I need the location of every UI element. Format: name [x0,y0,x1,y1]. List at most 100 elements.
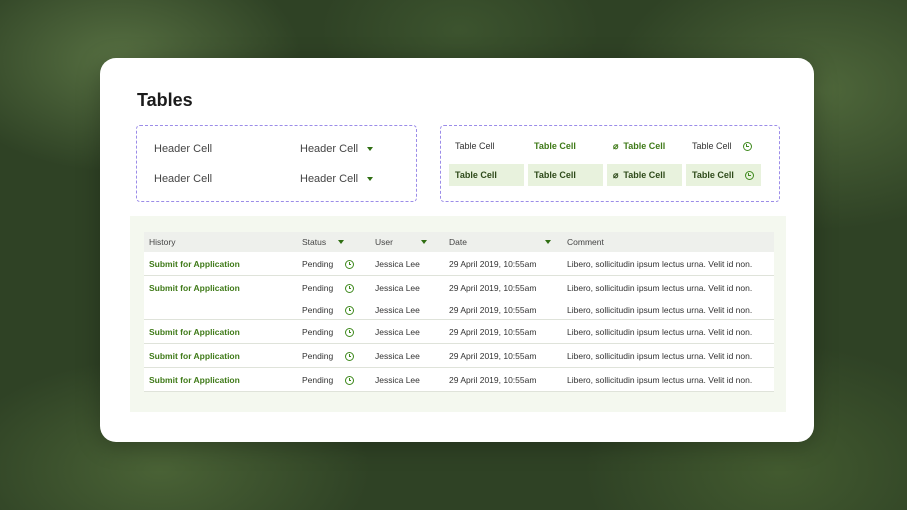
user-label: Jessica Lee [375,283,420,293]
caret-down-icon [420,240,427,244]
date-label: 29 April 2019, 10:55am [449,375,537,385]
column-header-label: History [149,237,176,247]
comment-cell: Libero, sollicitudin ipsum lectus urna. … [567,298,752,322]
column-header-date[interactable]: Date [449,237,551,247]
history-link[interactable]: Submit for Application [149,259,240,269]
table-row[interactable]: Pending Jessica Lee 29 April 2019, 10:55… [144,298,774,320]
user-cell: Jessica Lee [375,344,420,368]
header-cell-samples: Header Cell Header Cell Header Cell Head… [136,125,417,202]
comment-label: Libero, sollicitudin ipsum lectus urna. … [567,327,753,337]
table-cell[interactable]: Table Cell [449,135,524,157]
table-header: History Status User Date Comment [144,232,774,252]
paperclip-icon: ⌀ [613,169,619,180]
history-link[interactable]: Submit for Application [149,351,240,361]
caret-down-icon [367,177,374,181]
date-cell: 29 April 2019, 10:55am [449,344,536,368]
user-cell: Jessica Lee [375,368,420,392]
status-cell: Pending [302,276,355,300]
table-cell-label: Table Cell [623,141,666,151]
history-cell[interactable]: Submit for Application [149,320,240,344]
table-cell-selected[interactable]: Table Cell [449,164,524,186]
column-header-history[interactable]: History [149,237,175,247]
table-cell-label: Table Cell [623,170,666,180]
table-cell-status[interactable]: Table Cell [686,135,761,157]
table-cell-bold[interactable]: Table Cell [528,135,603,157]
comment-cell: Libero, sollicitudin ipsum lectus urna. … [567,344,752,368]
history-cell[interactable]: Submit for Application [149,344,240,368]
table-cell-label: Table Cell [455,170,497,180]
table-cell-label: Table Cell [692,141,732,151]
header-cell-sortable[interactable]: Header Cell [300,143,374,155]
table-cell-selected[interactable]: Table Cell [528,164,603,186]
column-header-label: Comment [567,237,604,247]
date-cell: 29 April 2019, 10:55am [449,276,536,300]
header-cell[interactable]: Header Cell [154,143,212,155]
date-cell: 29 April 2019, 10:55am [449,298,536,322]
table-cell-label: Table Cell [455,141,495,151]
user-cell: Jessica Lee [375,320,420,344]
user-label: Jessica Lee [375,305,420,315]
date-cell: 29 April 2019, 10:55am [449,368,536,392]
clock-icon [742,141,752,151]
table-cell-label: Table Cell [534,141,576,151]
table-row[interactable]: Submit for Application Pending Jessica L… [144,276,774,298]
header-cell-label: Header Cell [154,143,213,155]
comment-cell: Libero, sollicitudin ipsum lectus urna. … [567,320,752,344]
clock-icon [744,170,754,180]
column-header-label: User [375,237,393,247]
history-cell[interactable]: Submit for Application [149,368,240,392]
history-cell[interactable]: Submit for Application [149,276,240,300]
header-cell-sortable[interactable]: Header Cell [300,173,374,185]
history-link[interactable]: Submit for Application [149,375,240,385]
column-header-comment[interactable]: Comment [567,237,604,247]
table-row[interactable]: Submit for Application Pending Jessica L… [144,344,774,368]
date-cell: 29 April 2019, 10:55am [449,252,536,276]
clock-icon [345,305,355,315]
status-label: Pending [302,259,334,269]
comment-cell: Libero, sollicitudin ipsum lectus urna. … [567,252,752,276]
comment-label: Libero, sollicitudin ipsum lectus urna. … [567,375,753,385]
history-link[interactable]: Submit for Application [149,283,240,293]
caret-down-icon [544,240,551,244]
header-cell-label: Header Cell [300,143,359,155]
date-cell: 29 April 2019, 10:55am [449,320,536,344]
column-header-status[interactable]: Status [302,237,345,247]
column-header-label: Date [449,237,467,247]
table-cell-attachment[interactable]: ⌀ Table Cell [607,135,682,157]
date-label: 29 April 2019, 10:55am [449,327,537,337]
history-link[interactable]: Submit for Application [149,327,240,337]
user-label: Jessica Lee [375,375,420,385]
status-cell: Pending [302,368,355,392]
table-row[interactable]: Submit for Application Pending Jessica L… [144,368,774,392]
table-row[interactable]: Submit for Application Pending Jessica L… [144,320,774,344]
date-label: 29 April 2019, 10:55am [449,305,537,315]
comment-cell: Libero, sollicitudin ipsum lectus urna. … [567,276,752,300]
clock-icon [345,351,355,361]
history-table: History Status User Date Comment Submit … [144,232,774,392]
user-cell: Jessica Lee [375,276,420,300]
table-row[interactable]: Submit for Application Pending Jessica L… [144,252,774,276]
table-cell-selected-attachment[interactable]: ⌀ Table Cell [607,164,682,186]
header-cell-label: Header Cell [154,173,213,185]
status-label: Pending [302,283,334,293]
status-cell: Pending [302,344,355,368]
clock-icon [345,259,355,269]
history-cell[interactable]: Submit for Application [149,252,240,276]
clock-icon [345,283,355,293]
table-cell-selected-status[interactable]: Table Cell [686,164,761,186]
comment-cell: Libero, sollicitudin ipsum lectus urna. … [567,368,752,392]
table-cell-label: Table Cell [692,170,734,180]
tables-card: Tables Header Cell Header Cell Header Ce… [100,58,814,442]
paperclip-icon: ⌀ [613,140,619,151]
status-cell: Pending [302,298,355,322]
table-cell-label: Table Cell [534,170,576,180]
comment-label: Libero, sollicitudin ipsum lectus urna. … [567,259,753,269]
status-label: Pending [302,351,334,361]
caret-down-icon [338,240,345,244]
column-header-user[interactable]: User [375,237,427,247]
status-cell: Pending [302,252,355,276]
date-label: 29 April 2019, 10:55am [449,283,537,293]
header-cell[interactable]: Header Cell [154,173,212,185]
clock-icon [345,375,355,385]
user-cell: Jessica Lee [375,252,420,276]
